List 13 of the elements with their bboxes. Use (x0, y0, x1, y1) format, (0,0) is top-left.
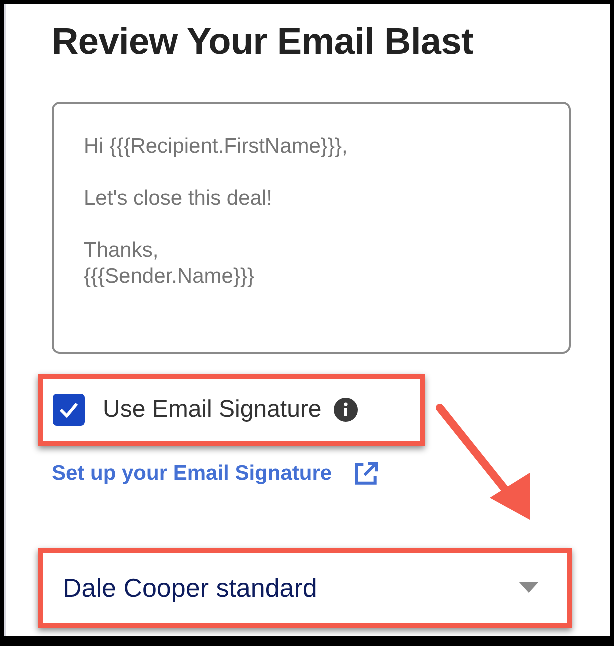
message-field[interactable]: Hi {{{Recipient.FirstName}}}, Let's close this deal! Thanks, {{{Sender.Name}}} (52, 102, 571, 354)
signature-checkbox[interactable] (53, 394, 85, 426)
setup-signature-link[interactable]: Set up your Email Signature (52, 462, 332, 486)
external-link-icon[interactable] (352, 460, 380, 488)
page-title: Review Your Email Blast (52, 20, 475, 64)
caret-icon (519, 582, 539, 594)
signature-dropdown[interactable]: Dale Cooper standard (38, 548, 572, 628)
message-line: {{{Sender.Name}}} (84, 264, 256, 290)
message-line: Hi {{{Recipient.FirstName}}}, (84, 134, 349, 160)
info-icon[interactable] (334, 398, 358, 422)
message-line: Thanks, (84, 238, 160, 264)
message-line: Let's close this deal! (84, 186, 274, 212)
checkbox-label: Use Email Signature (103, 396, 322, 424)
